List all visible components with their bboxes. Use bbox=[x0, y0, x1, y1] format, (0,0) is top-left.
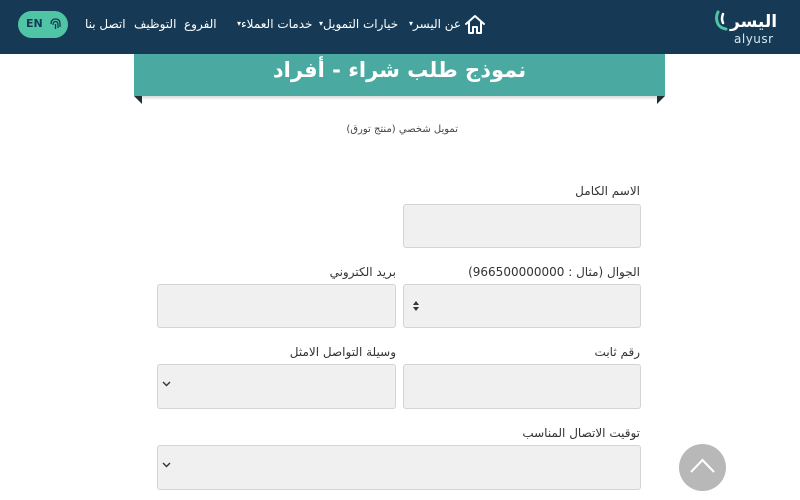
contact-time-label: توقيت الاتصال المناسب bbox=[522, 426, 640, 440]
language-toggle-button[interactable]: EN bbox=[18, 11, 68, 38]
fingerprint-icon bbox=[50, 18, 61, 29]
nav-contact-label: اتصل بنا bbox=[85, 17, 126, 31]
chevron-down-icon bbox=[162, 381, 171, 387]
contact-method-select[interactable] bbox=[157, 364, 396, 409]
nav-about-dropdown[interactable]: ▾عن اليسر bbox=[408, 17, 461, 31]
email-label: بريد الكتروني bbox=[329, 265, 396, 279]
banner-fold-left bbox=[134, 96, 142, 104]
nav-contact-link[interactable]: اتصل بنا bbox=[85, 17, 126, 31]
logo-mark-icon bbox=[715, 10, 728, 31]
banner-fold-right bbox=[657, 96, 665, 104]
landline-label: رقم ثابت bbox=[594, 345, 640, 359]
top-navigation-bar: اليسر alyusr ▾عن اليسر ▾خيارات التمويل ▾… bbox=[0, 0, 800, 54]
chevron-down-icon bbox=[162, 462, 171, 468]
number-spinner-icon[interactable] bbox=[412, 299, 420, 313]
banner-shadow bbox=[142, 96, 657, 100]
alyusr-logo[interactable]: اليسر alyusr bbox=[712, 6, 782, 48]
chevron-up-icon bbox=[690, 458, 715, 473]
landline-input[interactable] bbox=[403, 364, 641, 409]
nav-financing-dropdown[interactable]: ▾خيارات التمويل bbox=[318, 17, 398, 31]
nav-careers-link[interactable]: التوظيف bbox=[134, 17, 176, 31]
product-subtitle: تمويل شخصي (منتج تورق) bbox=[346, 124, 458, 135]
email-input[interactable] bbox=[157, 284, 396, 328]
page-title: نموذج طلب شراء - أفراد bbox=[272, 58, 527, 82]
logo-latin-text: alyusr bbox=[734, 32, 774, 46]
mobile-number-input[interactable] bbox=[403, 284, 641, 328]
home-icon[interactable] bbox=[462, 12, 488, 38]
nav-customer-services-dropdown[interactable]: ▾خدمات العملاء bbox=[236, 17, 312, 31]
nav-about-label: عن اليسر bbox=[413, 17, 462, 31]
nav-customer-services-label: خدمات العملاء bbox=[241, 17, 313, 31]
contact-time-select[interactable] bbox=[157, 445, 641, 490]
nav-branches-label: الفروع bbox=[184, 17, 217, 31]
mobile-label: الجوال (مثال : 966500000000) bbox=[468, 265, 640, 279]
nav-careers-label: التوظيف bbox=[134, 17, 177, 31]
logo-arabic-text: اليسر bbox=[730, 12, 778, 32]
contact-method-label: وسيلة التواصل الامثل bbox=[289, 345, 396, 359]
scroll-to-top-button[interactable] bbox=[679, 444, 726, 491]
nav-financing-label: خيارات التمويل bbox=[323, 17, 399, 31]
nav-branches-link[interactable]: الفروع bbox=[184, 17, 217, 31]
form-title-banner: نموذج طلب شراء - أفراد bbox=[134, 54, 665, 96]
full-name-label: الاسم الكامل bbox=[575, 184, 640, 198]
language-label: EN bbox=[26, 17, 43, 30]
full-name-input[interactable] bbox=[403, 204, 641, 248]
